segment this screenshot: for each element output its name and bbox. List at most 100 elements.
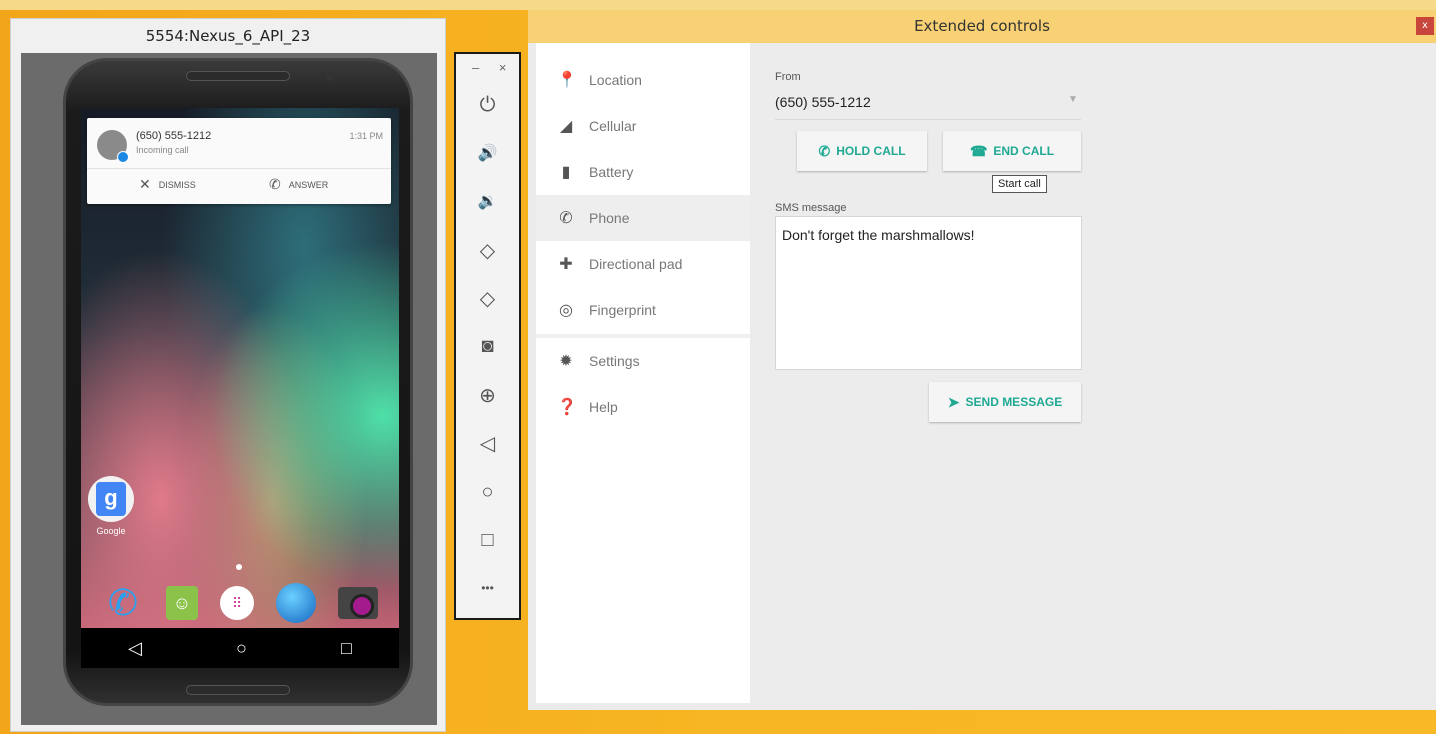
back-icon: ◁ <box>479 432 496 455</box>
sms-message-input[interactable]: Don't forget the marshmallows! <box>775 216 1082 370</box>
more-button[interactable]: ••• <box>456 573 519 603</box>
desktop-bottom-strip <box>0 734 1436 738</box>
caller-number: (650) 555-1212 <box>136 130 212 142</box>
phone-icon: ✆ <box>559 210 573 227</box>
extended-controls-body: 📍 Location ◢ Cellular ▮ Battery ✆ Phone … <box>536 43 1436 703</box>
rotate-left-icon: ◇ <box>479 239 496 262</box>
nav-back-icon[interactable]: ◁ <box>128 638 142 659</box>
emulator-screen-area: (650) 555-1212 Incoming call 1:31 PM ✕ D… <box>21 53 437 725</box>
app-drawer-icon[interactable]: ⠿ <box>220 586 254 620</box>
dpad-icon: ✚ <box>559 256 573 273</box>
extended-controls-sidebar: 📍 Location ◢ Cellular ▮ Battery ✆ Phone … <box>536 43 750 703</box>
hold-call-button[interactable]: ✆ HOLD CALL <box>797 131 927 171</box>
extended-controls-title: Extended controls <box>914 17 1050 35</box>
sidebar-item-cellular[interactable]: ◢ Cellular <box>536 103 750 149</box>
volume-down-button[interactable]: 🔉 <box>456 186 519 216</box>
phone-bottom-speaker <box>186 685 290 695</box>
power-button[interactable]: ⏻ <box>456 90 519 120</box>
phone-frame: (650) 555-1212 Incoming call 1:31 PM ✕ D… <box>63 58 413 706</box>
emulator-window: 5554:Nexus_6_API_23 (650) 555-1212 Incom… <box>10 18 446 732</box>
send-message-label: SEND MESSAGE <box>965 395 1063 409</box>
sidebar-item-label: Cellular <box>589 118 637 134</box>
gear-icon: ✹ <box>559 353 573 370</box>
sidebar-item-help[interactable]: ❓ Help <box>536 384 750 430</box>
app-dock: ✆ ☺ ⠿ <box>81 578 399 628</box>
android-navigation-bar: ◁ ○ □ <box>81 628 399 668</box>
volume-up-icon: 🔊 <box>477 145 498 162</box>
from-underline <box>775 119 1081 120</box>
sidebar-item-label: Location <box>589 72 642 88</box>
phone-hangup-icon: ☎ <box>969 142 988 159</box>
dismiss-label: DISMISS <box>158 179 196 190</box>
google-glyph: g <box>96 482 126 516</box>
extended-controls-titlebar[interactable]: Extended controls x <box>528 10 1436 43</box>
rotate-right-button[interactable]: ◇ <box>456 283 519 313</box>
zoom-button[interactable]: ⊕ <box>456 380 519 410</box>
messaging-app-icon[interactable]: ☺ <box>166 586 198 620</box>
sidebar-item-settings[interactable]: ✹ Settings <box>536 338 750 384</box>
sms-message-label: SMS message <box>775 202 847 214</box>
zoom-icon: ⊕ <box>479 384 496 407</box>
answer-button[interactable]: ✆ ANSWER <box>269 176 328 193</box>
camera-icon: ◙ <box>481 334 494 357</box>
send-icon: ➤ <box>947 393 960 410</box>
sidebar-item-location[interactable]: 📍 Location <box>536 57 750 103</box>
notification-divider <box>87 168 391 169</box>
google-app-label: Google <box>96 526 126 536</box>
answer-label: ANSWER <box>288 179 329 190</box>
google-app-shortcut[interactable]: g Google <box>85 476 137 536</box>
toolbar-window-controls[interactable]: – × <box>472 60 514 75</box>
overview-button[interactable]: □ <box>456 525 519 555</box>
phone-icon: ✆ <box>269 176 281 192</box>
chevron-down-icon[interactable]: ▼ <box>1068 94 1078 105</box>
home-icon: ○ <box>481 480 494 503</box>
caller-avatar <box>97 130 129 163</box>
emulator-title[interactable]: 5554:Nexus_6_API_23 <box>11 19 445 53</box>
sidebar-item-label: Directional pad <box>589 256 683 272</box>
notification-subtitle: Incoming call <box>136 145 189 155</box>
start-call-tooltip: Start call <box>992 175 1047 193</box>
sidebar-item-label: Battery <box>589 164 634 180</box>
dismiss-button[interactable]: ✕ DISMISS <box>139 176 196 193</box>
end-call-button[interactable]: ☎ END CALL <box>943 131 1081 171</box>
location-pin-icon: 📍 <box>557 72 577 89</box>
screenshot-button[interactable]: ◙ <box>456 331 519 361</box>
fingerprint-icon: ◎ <box>559 302 573 319</box>
phone-display[interactable]: (650) 555-1212 Incoming call 1:31 PM ✕ D… <box>81 108 399 668</box>
google-app-icon: g <box>88 476 134 522</box>
power-icon: ⏻ <box>479 93 496 116</box>
sidebar-item-label: Help <box>589 399 618 415</box>
volume-up-button[interactable]: 🔊 <box>456 138 519 168</box>
close-button[interactable]: x <box>1416 17 1434 35</box>
extended-controls-window: Extended controls x 📍 Location ◢ Cellula… <box>528 10 1436 710</box>
hold-call-label: HOLD CALL <box>836 144 906 158</box>
close-icon: ✕ <box>139 176 151 192</box>
from-label: From <box>775 71 801 83</box>
sidebar-item-fingerprint[interactable]: ◎ Fingerprint <box>536 287 750 333</box>
sidebar-item-label: Phone <box>589 210 630 226</box>
volume-down-icon: 🔉 <box>477 193 498 210</box>
dialer-app-icon[interactable]: ✆ <box>102 582 144 624</box>
incoming-call-notification[interactable]: (650) 555-1212 Incoming call 1:31 PM ✕ D… <box>87 118 391 204</box>
sidebar-item-battery[interactable]: ▮ Battery <box>536 149 750 195</box>
sidebar-item-label: Settings <box>589 353 640 369</box>
sidebar-item-phone[interactable]: ✆ Phone <box>536 195 750 241</box>
cellular-signal-icon: ◢ <box>559 118 573 135</box>
emulator-toolbar: – × ⏻ 🔊 🔉 ◇ ◇ ◙ ⊕ ◁ ○ □ ••• <box>454 52 521 620</box>
end-call-label: END CALL <box>993 144 1055 158</box>
more-icon: ••• <box>481 581 494 595</box>
notification-time: 1:31 PM <box>349 131 383 141</box>
camera-app-icon[interactable] <box>338 587 378 619</box>
back-button[interactable]: ◁ <box>456 428 519 458</box>
desktop-top-strip <box>0 0 1436 10</box>
rotate-left-button[interactable]: ◇ <box>456 235 519 265</box>
phone-front-camera <box>326 73 334 81</box>
nav-recents-icon[interactable]: □ <box>341 638 352 659</box>
from-field[interactable]: (650) 555-1212 <box>775 94 871 110</box>
help-icon: ❓ <box>557 399 577 416</box>
sidebar-item-directional-pad[interactable]: ✚ Directional pad <box>536 241 750 287</box>
browser-app-icon[interactable] <box>276 583 316 623</box>
send-message-button[interactable]: ➤ SEND MESSAGE <box>929 382 1081 422</box>
nav-home-icon[interactable]: ○ <box>236 638 247 659</box>
home-button[interactable]: ○ <box>456 477 519 507</box>
